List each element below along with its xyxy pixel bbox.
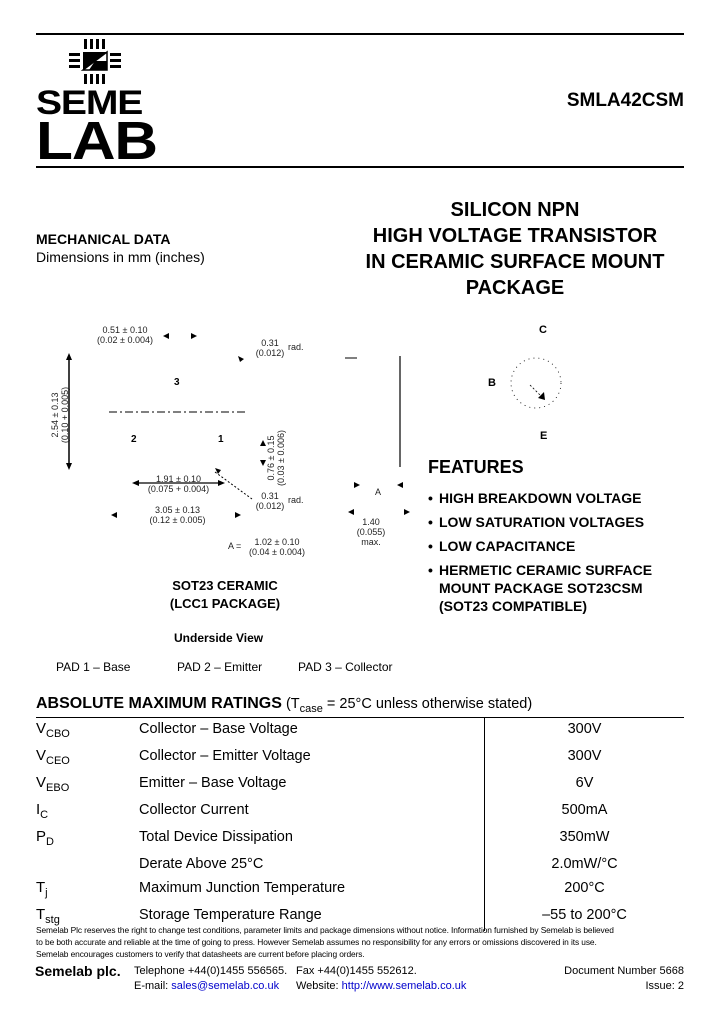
rating-value: 6V: [484, 772, 684, 799]
part-number: SMLA42CSM: [566, 90, 684, 111]
rating-symbol: IC: [36, 801, 49, 821]
email-row: E-mail: sales@semelab.co.uk: [134, 980, 280, 992]
feature-item: • HIGH BREAKDOWN VOLTAGE: [428, 490, 642, 506]
dim-a-label: A: [375, 487, 382, 497]
base-label: B: [488, 377, 496, 389]
rating-value: 200°C: [484, 877, 684, 904]
rating-symbol: Tj: [36, 879, 48, 899]
rating-value: 300V: [484, 718, 684, 745]
rating-symbol: PD: [36, 828, 54, 848]
dim-rad-label-top: rad.: [288, 342, 304, 352]
rating-description: Collector – Emitter Voltage: [139, 748, 311, 764]
rating-value: 500mA: [484, 799, 684, 826]
dim-rad-label-bottom: rad.: [288, 495, 304, 505]
ratings-row: VCEO Collector – Emitter Voltage 300V: [36, 745, 684, 772]
telephone: Telephone +44(0)1455 556565.: [134, 965, 288, 977]
rating-description: Maximum Junction Temperature: [139, 880, 346, 896]
rating-description: Emitter – Base Voltage: [139, 775, 287, 791]
website-link[interactable]: http://www.semelab.co.uk: [342, 980, 467, 992]
features-heading: FEATURES: [428, 457, 524, 477]
rating-description: Collector – Base Voltage: [139, 721, 298, 737]
rating-symbol: VCEO: [36, 747, 70, 767]
ratings-row: Derate Above 25°C 2.0mW/°C: [36, 853, 684, 877]
ratings-heading: ABSOLUTE MAXIMUM RATINGS (Tcase = 25°C u…: [36, 695, 533, 715]
rating-description: Derate Above 25°C: [139, 856, 264, 872]
dim-corner-radius-top: 0.31 (0.012): [255, 338, 285, 358]
rating-description: Total Device Dissipation: [139, 829, 293, 845]
ratings-row: VEBO Emitter – Base Voltage 6V: [36, 772, 684, 799]
rating-value: 350mW: [484, 826, 684, 853]
dim-height: 2.54 ± 0.13 (0.10 + 0.005): [50, 386, 70, 444]
ratings-row: Tj Maximum Junction Temperature 200°C: [36, 877, 684, 904]
underside-view-label: Underside View: [174, 631, 264, 645]
document-number: Document Number 5668: [564, 965, 684, 977]
dim-corner-radius-bottom: 0.31 (0.012): [255, 491, 285, 511]
package-name: SOT23 CERAMIC (LCC1 PACKAGE): [169, 578, 281, 611]
dim-side-height: 1.40 (0.055) max.: [356, 517, 386, 547]
email-link[interactable]: sales@semelab.co.uk: [171, 980, 279, 992]
company-name: Semelab plc.: [35, 963, 121, 979]
ratings-row: PD Total Device Dissipation 350mW: [36, 826, 684, 853]
dim-width: 3.05 ± 0.13 (0.12 ± 0.005): [149, 505, 206, 525]
pad-label-2: 2: [131, 434, 137, 445]
collector-label: C: [539, 324, 547, 336]
ratings-row: VCBO Collector – Base Voltage 300V: [36, 718, 684, 745]
rating-symbol: VEBO: [36, 774, 70, 794]
pad-2-label: PAD 2 – Emitter: [177, 660, 263, 674]
dim-pad-width: 0.51 ± 0.10 (0.02 ± 0.004): [97, 325, 153, 345]
dim-pad-height: 0.76 ± 0.15 (0.03 ± 0.006): [266, 430, 286, 486]
dim-a-equals: A =: [228, 541, 242, 551]
feature-item: • LOW SATURATION VOLTAGES: [428, 514, 645, 530]
emitter-label: E: [540, 430, 548, 442]
package-drawing: 0.51 ± 0.10 (0.02 ± 0.004) 0.31 (0.012) …: [0, 0, 420, 620]
ratings-table: VCBO Collector – Base Voltage 300V VCEO Coll…: [36, 718, 684, 931]
dim-a-value: 1.02 ± 0.10 (0.04 ± 0.004): [249, 537, 305, 557]
rating-value: 2.0mW/°C: [484, 853, 684, 877]
issue: Issue: 2: [645, 980, 684, 992]
disclaimer: Semelab Plc reserves the right to change…: [36, 925, 614, 959]
transistor-symbol: C B E: [470, 320, 590, 450]
features-list: • HIGH BREAKDOWN VOLTAGE • LOW SATURATION …: [428, 489, 668, 615]
dim-pad-pitch: 1.91 ± 0.10 (0.075 + 0.004): [147, 474, 210, 494]
pad-3-label: PAD 3 – Collector: [298, 660, 393, 674]
feature-item: • HERMETIC CERAMIC SURFACE MOUNT PACKAGE …: [428, 562, 653, 614]
rating-symbol: VCBO: [36, 720, 70, 740]
website-row: Website: http://www.semelab.co.uk: [296, 980, 467, 992]
ratings-row: IC Collector Current 500mA: [36, 799, 684, 826]
pad-label-3: 3: [174, 377, 180, 388]
pad-label-1: 1: [218, 434, 224, 445]
rating-description: Collector Current: [139, 802, 249, 818]
rating-symbol: [36, 853, 139, 877]
pad-1-label: PAD 1 – Base: [56, 660, 131, 674]
rating-value: 300V: [484, 745, 684, 772]
fax: Fax +44(0)1455 552612.: [296, 965, 417, 977]
feature-item: • LOW CAPACITANCE: [428, 538, 576, 554]
